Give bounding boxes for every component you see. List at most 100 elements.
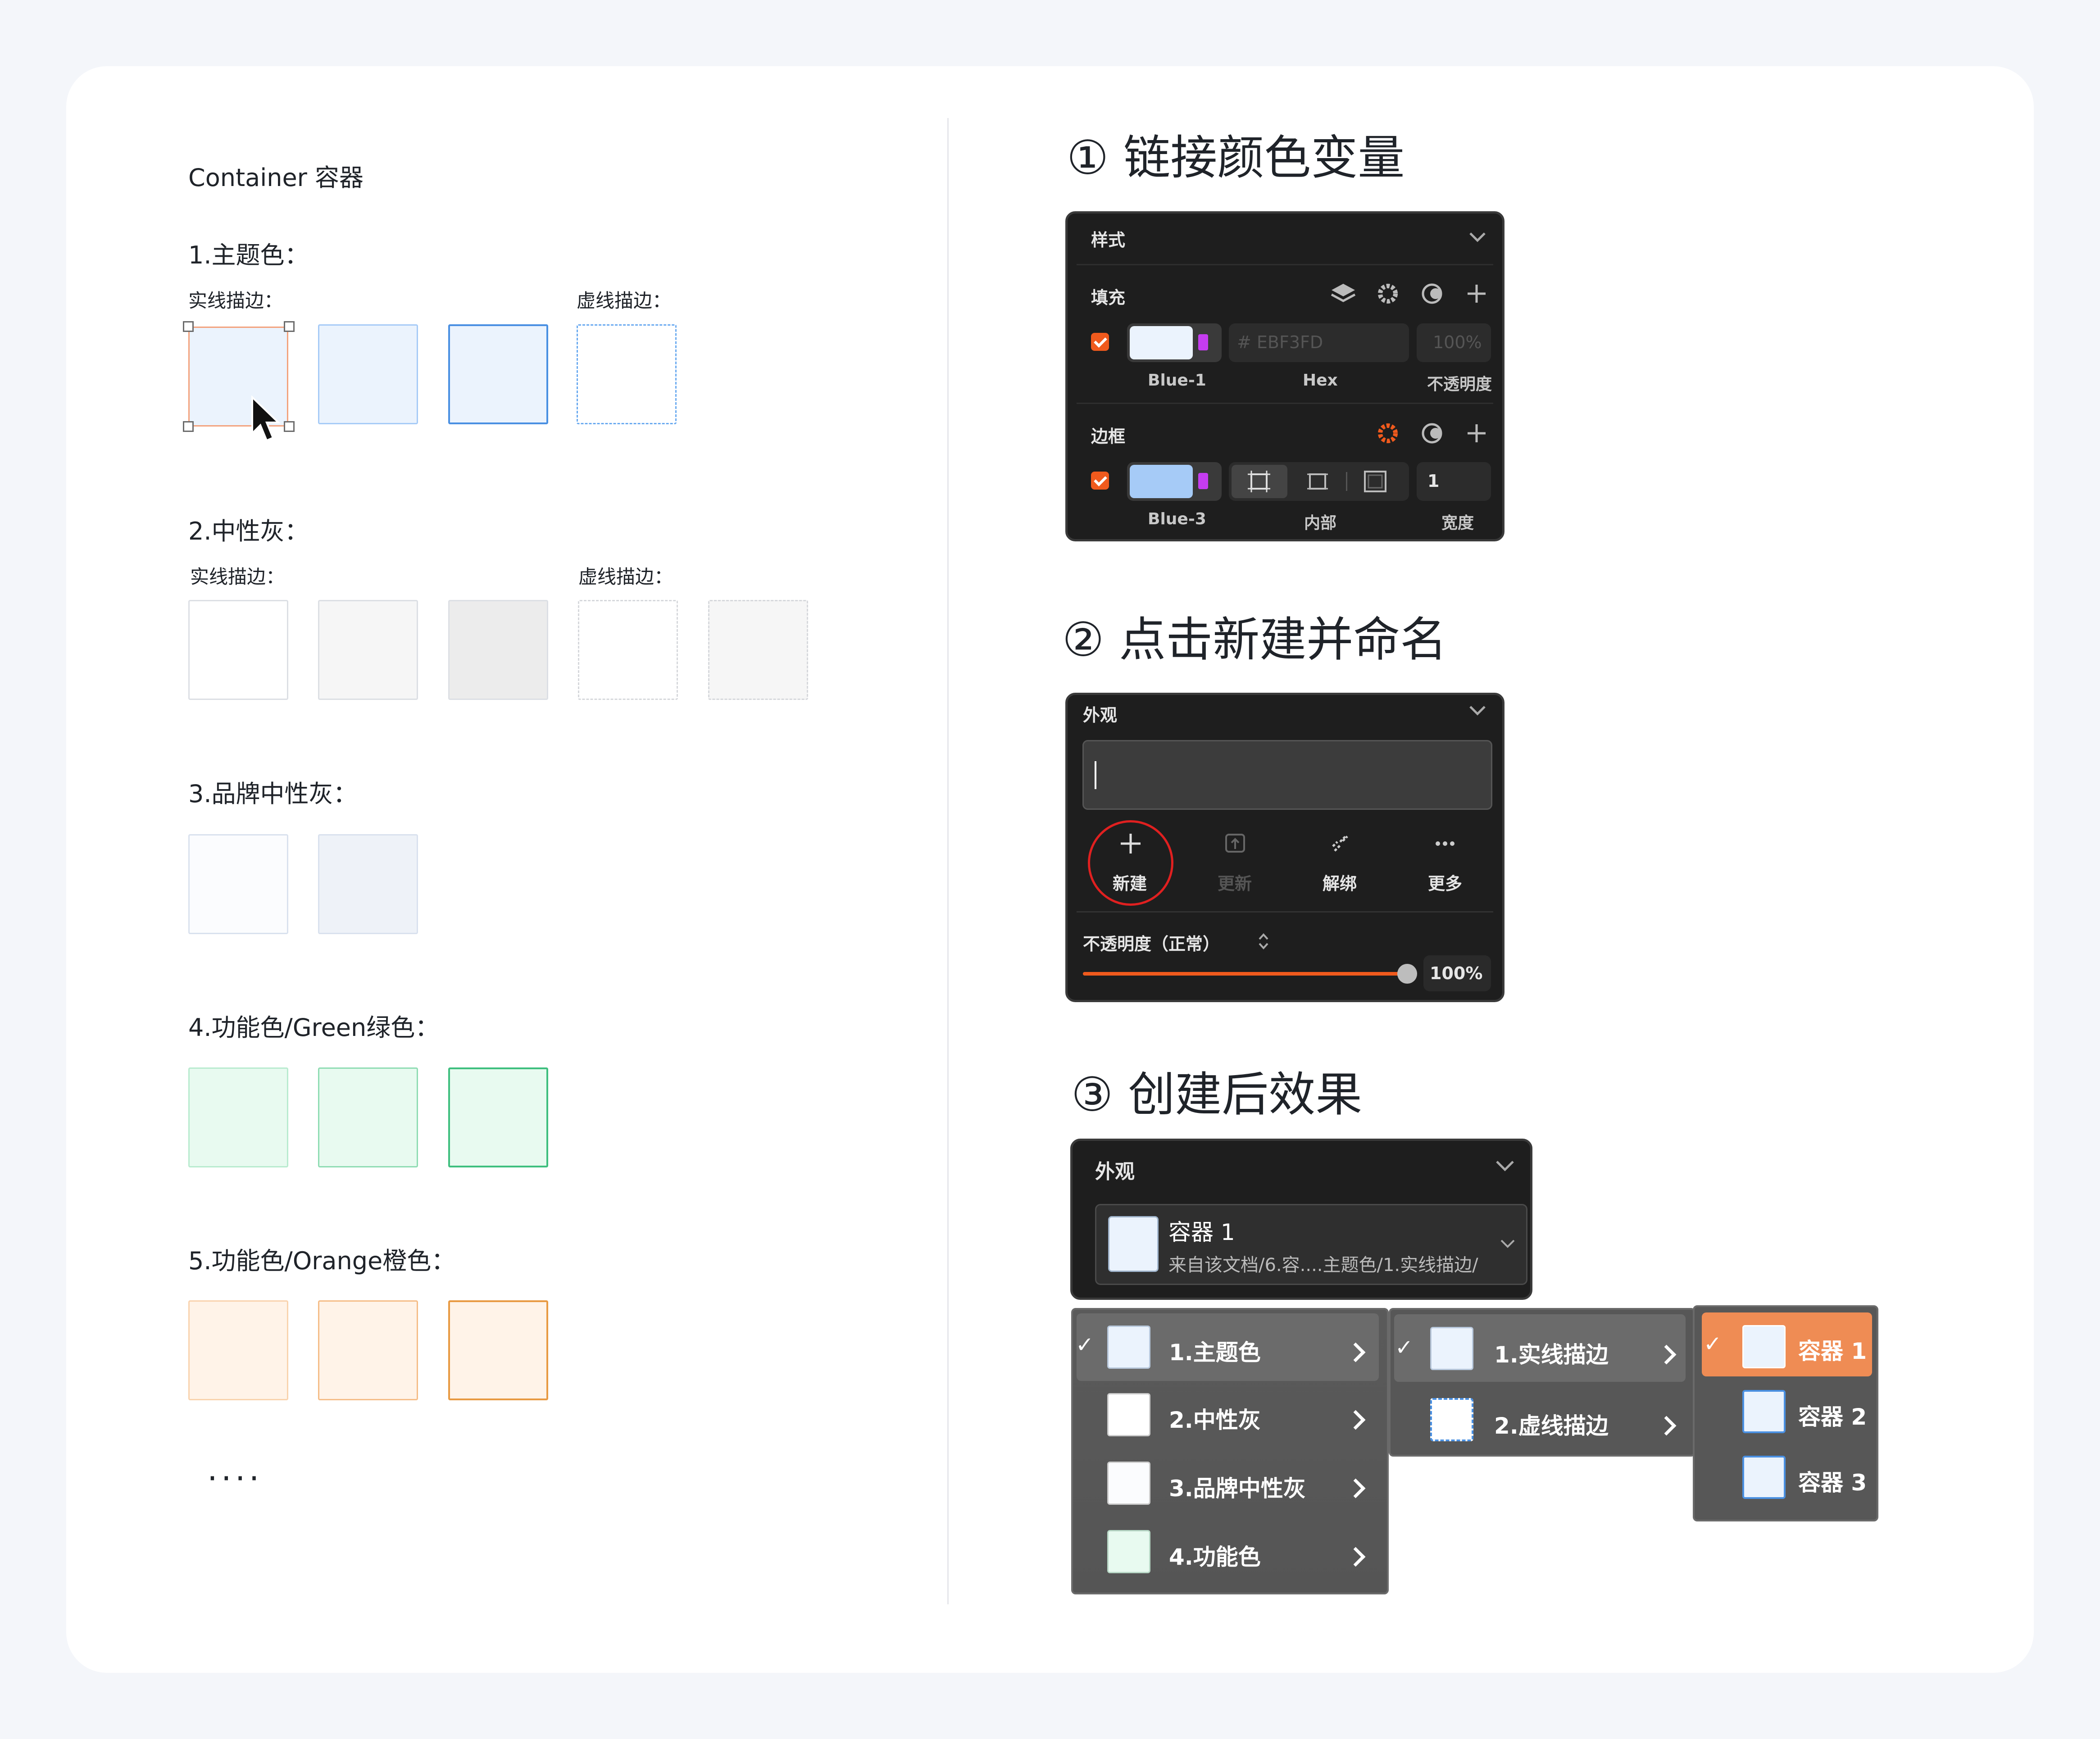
theme-swatch-2[interactable] — [318, 324, 418, 424]
mouse-cursor-icon — [251, 395, 281, 442]
unlink-icon — [1332, 835, 1348, 852]
menu-item-label: 2.虚线描边 — [1494, 1413, 1609, 1439]
resize-handle[interactable] — [183, 421, 194, 432]
orange-swatch-3[interactable] — [448, 1300, 548, 1400]
opacity-slider-thumb[interactable] — [1397, 964, 1417, 984]
border-inside-icon — [1248, 471, 1270, 492]
width-caption: 宽度 — [1441, 514, 1474, 532]
border-width-field[interactable]: 1 — [1417, 462, 1491, 501]
gray-swatch-1[interactable] — [188, 600, 288, 700]
step-1-title: ① 链接颜色变量 — [1067, 130, 1405, 185]
resize-handle[interactable] — [183, 321, 194, 332]
solid-stroke-label: 实线描边： — [188, 290, 283, 312]
gray-swatch-dashed-2[interactable] — [708, 600, 808, 700]
update-style-button[interactable]: 更新 — [1218, 870, 1252, 894]
menu-item-swatch — [1107, 1326, 1150, 1369]
chevron-down-icon[interactable] — [1495, 1158, 1515, 1172]
opacity-slider-fill — [1083, 972, 1407, 976]
add-fill-icon[interactable] — [1464, 281, 1489, 306]
style-group-menu: ✓ 1.主题色 2.中性灰 3.品牌中性灰 4.功能色 — [1071, 1308, 1389, 1594]
border-position-group — [1229, 462, 1409, 501]
update-icon — [1225, 834, 1245, 853]
hex-caption: Hex — [1303, 371, 1338, 390]
appearance-panel-header: 外观 — [1083, 705, 1118, 725]
resize-handle[interactable] — [284, 321, 295, 332]
opacity-caption: 不透明度 — [1427, 375, 1492, 394]
menu-item-swatch — [1742, 1390, 1786, 1433]
fill-hex-field[interactable]: # EBF3FD — [1229, 323, 1409, 362]
fill-color-swatch[interactable] — [1127, 323, 1222, 362]
linked-style-field[interactable]: 容器 1 来自该文档/6.容....主题色/1.实线描边/ — [1095, 1204, 1527, 1285]
theme-swatch-3[interactable] — [448, 324, 548, 424]
gear-icon[interactable] — [1375, 281, 1400, 306]
new-style-button[interactable]: 新建 — [1113, 870, 1147, 894]
page-title: Container 容器 — [188, 163, 364, 192]
fill-opacity-field[interactable]: 100% — [1417, 323, 1491, 362]
menu-item-swatch — [1107, 1393, 1150, 1436]
layers-icon[interactable] — [1330, 281, 1357, 306]
menu-item-label: 1.实线描边 — [1494, 1342, 1609, 1368]
section-brand-gray-label: 3.品牌中性灰： — [188, 780, 358, 808]
border-position-caption: 内部 — [1304, 514, 1337, 532]
result-appearance-panel: 外观 容器 1 来自该文档/6.容....主题色/1.实线描边/ — [1070, 1139, 1532, 1300]
menu-item-swatch — [1742, 1456, 1786, 1499]
border-color-swatch[interactable] — [1127, 462, 1222, 501]
green-swatch-3[interactable] — [448, 1067, 548, 1167]
style-link-icon[interactable] — [1419, 281, 1445, 306]
style-panel-header: 样式 — [1091, 230, 1126, 250]
menu-item-label: 3.品牌中性灰 — [1169, 1476, 1306, 1502]
more-button[interactable]: 更多 — [1428, 870, 1462, 894]
text-caret — [1095, 761, 1096, 789]
chevron-down-icon[interactable] — [1468, 703, 1486, 717]
container-style-menu: ✓ 容器 1 容器 2 容器 3 — [1693, 1305, 1878, 1521]
border-checkbox[interactable] — [1091, 472, 1109, 490]
menu-item-label: 1.主题色 — [1169, 1339, 1261, 1366]
style-name-input[interactable] — [1082, 740, 1492, 810]
check-icon: ✓ — [1076, 1332, 1094, 1358]
gray-swatch-2[interactable] — [318, 600, 418, 700]
menu-item-label: 容器 1 — [1798, 1338, 1867, 1364]
check-icon: ✓ — [1395, 1335, 1414, 1360]
section-green-label: 4.功能色/Green绿色： — [188, 1013, 440, 1042]
green-swatch-2[interactable] — [318, 1067, 418, 1167]
section-theme-label: 1.主题色： — [188, 241, 309, 269]
dashed-stroke-label: 虚线描边： — [577, 290, 672, 312]
opacity-slider-track[interactable] — [1083, 964, 1417, 984]
style-link-icon[interactable] — [1419, 421, 1445, 446]
orange-swatch-2[interactable] — [318, 1300, 418, 1400]
brand-gray-swatch-1[interactable] — [188, 834, 288, 934]
menu-item-label: 容器 3 — [1798, 1470, 1867, 1496]
more-icon — [1436, 841, 1455, 846]
border-center-icon[interactable] — [1305, 470, 1330, 493]
menu-item-label: 2.中性灰 — [1169, 1407, 1261, 1433]
resize-handle[interactable] — [284, 421, 295, 432]
border-outside-icon[interactable] — [1363, 470, 1387, 493]
fill-checkbox[interactable] — [1091, 333, 1109, 351]
opacity-blend-label: 不透明度（正常） — [1083, 934, 1220, 954]
menu-item-swatch — [1107, 1530, 1150, 1573]
chevron-down-icon[interactable] — [1500, 1238, 1516, 1249]
gear-icon[interactable] — [1375, 421, 1400, 446]
gray-swatch-3[interactable] — [448, 600, 548, 700]
gray-swatch-dashed-1[interactable] — [578, 600, 678, 700]
theme-swatch-dashed[interactable] — [577, 324, 677, 424]
blend-mode-toggle-icon[interactable] — [1257, 930, 1270, 953]
chevron-down-icon[interactable] — [1468, 230, 1486, 243]
plus-icon — [1121, 834, 1141, 854]
section-orange-label: 5.功能色/Orange橙色： — [188, 1247, 456, 1275]
menu-item-swatch — [1742, 1325, 1786, 1368]
fill-variable-name: Blue-1 — [1148, 371, 1206, 390]
linked-style-name: 容器 1 — [1168, 1219, 1235, 1245]
brand-gray-swatch-2[interactable] — [318, 834, 418, 934]
fill-label: 填充 — [1091, 288, 1126, 308]
orange-swatch-1[interactable] — [188, 1300, 288, 1400]
dashed-stroke-label: 虚线描边： — [578, 566, 673, 588]
style-panel: 样式 填充 # EBF3FD 100% Blue-1 Hex 不透明度 边框 1… — [1065, 211, 1505, 541]
green-swatch-1[interactable] — [188, 1067, 288, 1167]
opacity-value-field[interactable]: 100% — [1423, 955, 1491, 991]
border-label: 边框 — [1091, 427, 1126, 446]
unlink-style-button[interactable]: 解绑 — [1323, 870, 1357, 894]
stroke-type-menu: ✓ 1.实线描边 2.虚线描边 — [1389, 1308, 1695, 1457]
add-border-icon[interactable] — [1464, 421, 1489, 446]
column-divider — [947, 118, 949, 1604]
